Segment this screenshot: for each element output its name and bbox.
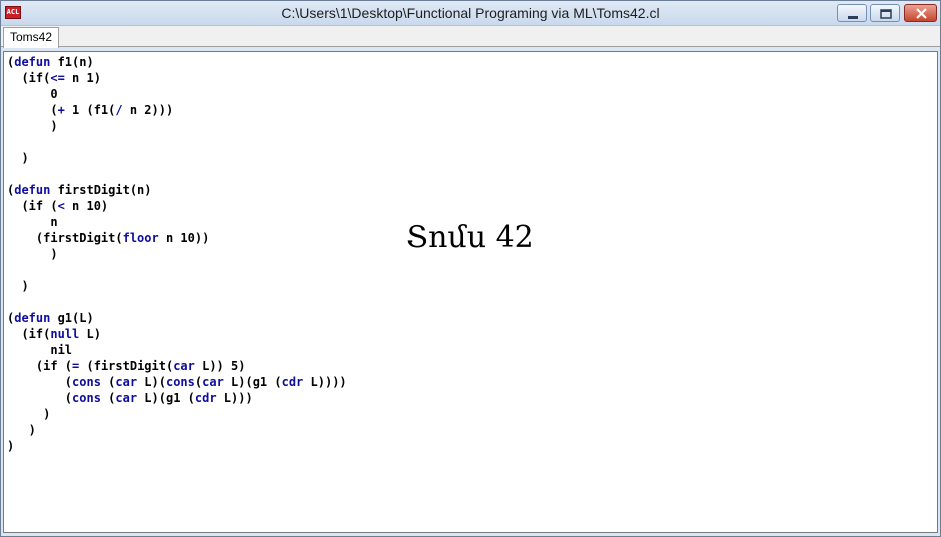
code-keyword: cdr (194, 391, 217, 405)
code-keyword: defun (14, 311, 51, 325)
code-token: f1(n) (50, 55, 94, 69)
code-line: ) (7, 422, 347, 438)
maximize-button[interactable] (870, 4, 900, 22)
code-line: (if (< n 10) (7, 198, 347, 214)
code-token: ( (7, 391, 73, 405)
code-keyword: + (57, 103, 65, 117)
code-line: (defun g1(L) (7, 310, 347, 326)
code-line: (if(null L) (7, 326, 347, 342)
code-keyword: null (50, 327, 80, 341)
code-token: L)))) (303, 375, 347, 389)
code-line: ) (7, 118, 347, 134)
code-token: ) (7, 439, 15, 453)
title-bar[interactable]: ACL C:\Users\1\Desktop\Functional Progra… (1, 1, 940, 26)
code-line: ) (7, 438, 347, 454)
code-keyword: / (115, 103, 123, 117)
code-line: ) (7, 246, 347, 262)
code-token: nil (7, 343, 73, 357)
code-line: nil (7, 342, 347, 358)
code-token: n 10)) (158, 231, 210, 245)
code-line: n (7, 214, 347, 230)
maximize-icon (880, 9, 892, 19)
tab-toms42[interactable]: Toms42 (3, 27, 60, 48)
code-token: g1(L) (50, 311, 94, 325)
application-window: ACL C:\Users\1\Desktop\Functional Progra… (0, 0, 941, 537)
code-line: (cons (car L)(cons(car L)(g1 (cdr L)))) (7, 374, 347, 390)
window-title: C:\Users\1\Desktop\Functional Programing… (281, 5, 660, 21)
code-token: ) (7, 407, 51, 421)
code-token: (if( (7, 71, 51, 85)
code-token: (firstDigit( (79, 359, 174, 373)
code-line: (if(<= n 1) (7, 70, 347, 86)
code-token: (firstDigit( (7, 231, 123, 245)
code-keyword: cons (72, 391, 101, 405)
code-token: firstDigit(n) (50, 183, 152, 197)
code-line: (firstDigit(floor n 10)) (7, 230, 347, 246)
close-icon (916, 8, 927, 19)
code-token: L))) (216, 391, 253, 405)
code-token: ( (100, 391, 116, 405)
code-keyword: < (57, 199, 65, 213)
code-token: (if ( (7, 199, 58, 213)
tab-strip: Toms42 (1, 26, 940, 48)
code-token: 1 (f1( (64, 103, 116, 117)
code-token: L)(g1 ( (137, 391, 195, 405)
code-token: L)(g1 ( (223, 375, 282, 389)
code-token: L)( (137, 375, 166, 389)
code-line: (if (= (firstDigit(car L)) 5) (7, 358, 347, 374)
code-keyword: car (173, 359, 195, 373)
code-token: ( (7, 103, 58, 117)
code-token: (if ( (7, 359, 73, 373)
code-token: L)) 5) (194, 359, 246, 373)
code-line: (cons (car L)(g1 (cdr L))) (7, 390, 347, 406)
code-token: 0 (7, 87, 58, 101)
code-keyword: floor (122, 231, 159, 245)
code-keyword: cdr (281, 375, 304, 389)
code-line: 0 (7, 86, 347, 102)
code-keyword: car (115, 375, 138, 389)
code-editor[interactable]: (defun f1(n) (if(<= n 1) 0 (+ 1 (f1(/ n … (3, 51, 938, 533)
code-token: ) (7, 423, 36, 437)
code-token: ) (7, 119, 58, 133)
code-keyword: defun (14, 183, 51, 197)
code-token: n 10) (64, 199, 109, 213)
close-button[interactable] (904, 4, 937, 22)
code-text: (defun f1(n) (if(<= n 1) 0 (+ 1 (f1(/ n … (7, 54, 347, 454)
code-line: ) (7, 406, 347, 422)
code-token: ) (7, 279, 29, 293)
code-keyword: defun (14, 55, 51, 69)
code-token: (if( (7, 327, 51, 341)
code-keyword: car (115, 391, 138, 405)
code-token: n 2))) (122, 103, 174, 117)
code-keyword: car (202, 375, 224, 389)
minimize-icon (848, 16, 858, 19)
code-token: n 1) (64, 71, 101, 85)
code-token: ) (7, 247, 58, 261)
code-token: ( (100, 375, 116, 389)
code-token: ) (7, 151, 29, 165)
ticket-number-text: Տոմս 42 (406, 220, 534, 255)
code-token: ( (7, 375, 73, 389)
code-keyword: cons (165, 375, 195, 389)
minimize-button[interactable] (837, 4, 867, 22)
code-line: (+ 1 (f1(/ n 2))) (7, 102, 347, 118)
code-line: (defun firstDigit(n) (7, 182, 347, 198)
code-token: n (7, 215, 58, 229)
code-line: ) (7, 150, 347, 166)
code-line: ) (7, 278, 347, 294)
code-token: L) (79, 327, 101, 341)
code-keyword: <= (50, 71, 65, 85)
code-line: (defun f1(n) (7, 54, 347, 70)
code-keyword: cons (72, 375, 101, 389)
